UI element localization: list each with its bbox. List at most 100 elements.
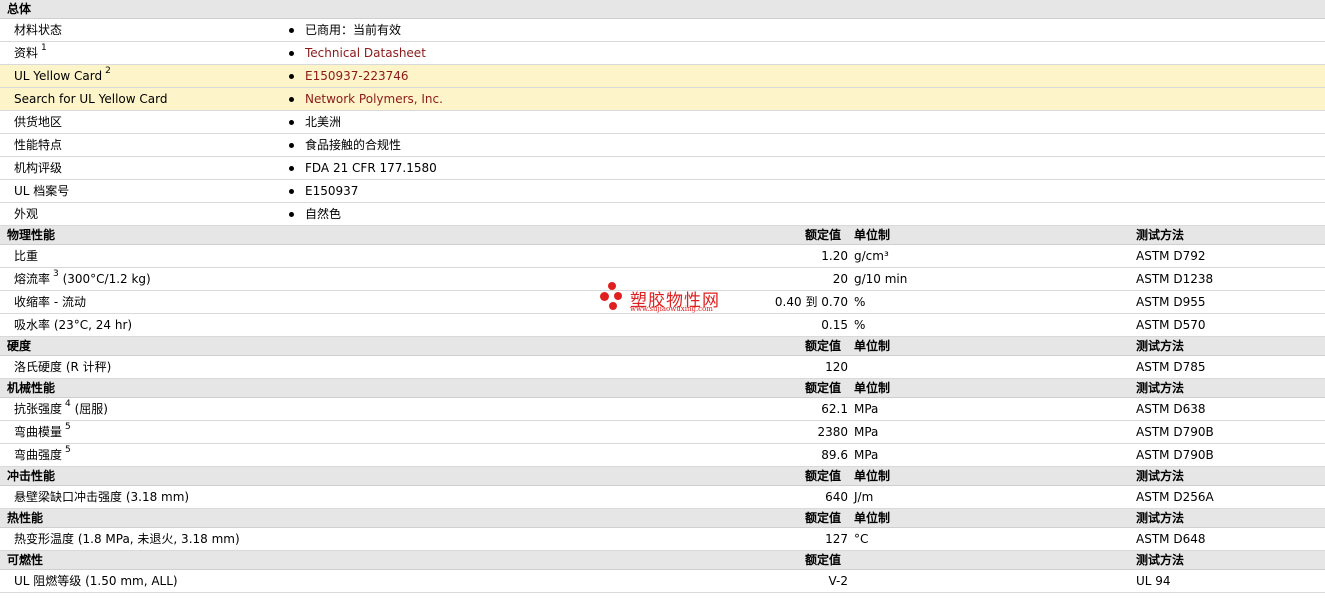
- nominal-value: 20: [832, 272, 848, 286]
- row-label: UL Yellow Card 2: [14, 65, 111, 88]
- datasheet: 总体 材料状态 已商用：当前有效资料 1 Technical Datasheet UL …: [0, 0, 1325, 593]
- column-header-method: 测试方法: [1136, 339, 1185, 353]
- bullet-icon: [289, 74, 294, 79]
- general-row: 资料 1 Technical Datasheet: [0, 42, 1325, 65]
- unit-value: J/m: [854, 490, 874, 504]
- row-value: 食品接触的合规性: [305, 134, 401, 157]
- property-label: 吸水率 (23°C, 24 hr): [14, 314, 132, 337]
- section-title: 热性能: [7, 511, 44, 525]
- test-method: ASTM D1238: [1136, 272, 1214, 286]
- property-label: 悬壁梁缺口冲击强度 (3.18 mm): [14, 486, 189, 509]
- test-method: ASTM D792: [1136, 249, 1206, 263]
- row-value-link[interactable]: Technical Datasheet: [305, 46, 426, 60]
- physical-row: 比重 1.20 g/cm³ ASTM D792: [0, 245, 1325, 268]
- row-value: Technical Datasheet: [305, 42, 426, 65]
- column-header-unit: 单位制: [854, 469, 891, 483]
- general-row: 材料状态 已商用：当前有效: [0, 19, 1325, 42]
- footnote-marker: 5: [65, 445, 71, 455]
- nominal-value: 640: [825, 490, 848, 504]
- row-value: E150937: [305, 180, 358, 203]
- column-header-method: 测试方法: [1136, 469, 1185, 483]
- section-header-mechanical: 机械性能 额定值 单位制 测试方法: [0, 379, 1325, 398]
- unit-value: MPa: [854, 448, 879, 462]
- mechanical-row: 弯曲强度 5 89.6 MPa ASTM D790B: [0, 444, 1325, 467]
- test-method: ASTM D638: [1136, 402, 1206, 416]
- property-name: 比重: [14, 249, 39, 263]
- row-label-text: Search for UL Yellow Card: [14, 92, 168, 106]
- footnote-marker: 5: [65, 422, 71, 432]
- property-name: 弯曲模量: [14, 425, 63, 439]
- unit-value: °C: [854, 532, 869, 546]
- row-value-text: 自然色: [305, 207, 342, 221]
- general-row: 性能特点 食品接触的合规性: [0, 134, 1325, 157]
- row-label-text: 材料状态: [14, 23, 63, 37]
- property-name: 吸水率 (23°C, 24 hr): [14, 318, 133, 332]
- test-method: ASTM D790B: [1136, 448, 1214, 462]
- section-header-flammability: 可燃性 额定值 测试方法: [0, 551, 1325, 570]
- impact-row: 悬壁梁缺口冲击强度 (3.18 mm) 640 J/m ASTM D256A: [0, 486, 1325, 509]
- row-value: 自然色: [305, 203, 341, 226]
- property-label: UL 阻燃等级 (1.50 mm, ALL): [14, 570, 178, 593]
- bullet-icon: [289, 97, 294, 102]
- section-header-general: 总体: [0, 0, 1325, 19]
- row-value-text: FDA 21 CFR 177.1580: [305, 161, 437, 175]
- column-header-unit: 单位制: [854, 228, 891, 242]
- property-name: 抗张强度: [14, 402, 63, 416]
- row-value-text: E150937: [305, 184, 359, 198]
- section-title: 机械性能: [7, 381, 56, 395]
- row-value-link[interactable]: Network Polymers, Inc.: [305, 92, 443, 106]
- unit-value: MPa: [854, 402, 879, 416]
- test-method: ASTM D570: [1136, 318, 1206, 332]
- row-label-text: 供货地区: [14, 115, 63, 129]
- row-label: 供货地区: [14, 111, 62, 134]
- column-header-unit: 单位制: [854, 339, 891, 353]
- row-label: 外观: [14, 203, 38, 226]
- footnote-marker: 3: [53, 269, 59, 279]
- row-value-link[interactable]: E150937-223746: [305, 69, 409, 83]
- row-label-text: 机构评级: [14, 161, 63, 175]
- footnote-marker: 2: [105, 66, 111, 76]
- column-header-method: 测试方法: [1136, 511, 1185, 525]
- row-value: Network Polymers, Inc.: [305, 88, 443, 111]
- property-condition: (屈服): [74, 402, 108, 416]
- row-label-text: 资料: [14, 46, 39, 60]
- column-header-nominal: 额定值: [805, 511, 842, 525]
- thermal-row: 热变形温度 (1.8 MPa, 未退火, 3.18 mm) 127 °C ASTM D…: [0, 528, 1325, 551]
- test-method: ASTM D256A: [1136, 490, 1214, 504]
- unit-value: %: [854, 318, 866, 332]
- column-header-nominal: 额定值: [805, 339, 842, 353]
- property-name: 洛氏硬度 (R 计秤): [14, 360, 112, 374]
- unit-value: g/cm³: [854, 249, 889, 263]
- footnote-marker: 1: [41, 43, 47, 53]
- unit-value: g/10 min: [854, 272, 908, 286]
- row-label: UL 档案号: [14, 180, 69, 203]
- general-row: 供货地区 北美洲: [0, 111, 1325, 134]
- row-label-text: UL Yellow Card: [14, 69, 103, 83]
- row-label-text: 外观: [14, 207, 39, 221]
- general-row: 外观 自然色: [0, 203, 1325, 226]
- section-header-physical: 物理性能 额定值 单位制 测试方法: [0, 226, 1325, 245]
- nominal-value: V-2: [828, 574, 848, 588]
- footnote-marker: 4: [65, 399, 71, 409]
- row-value: FDA 21 CFR 177.1580: [305, 157, 437, 180]
- column-header-nominal: 额定值: [805, 553, 842, 567]
- row-label: 机构评级: [14, 157, 62, 180]
- property-label: 热变形温度 (1.8 MPa, 未退火, 3.18 mm): [14, 528, 240, 551]
- section-title: 硬度: [7, 339, 32, 353]
- mechanical-row: 弯曲模量 5 2380 MPa ASTM D790B: [0, 421, 1325, 444]
- mechanical-row: 抗张强度 4 (屈服) 62.1 MPa ASTM D638: [0, 398, 1325, 421]
- general-row: UL 档案号 E150937: [0, 180, 1325, 203]
- hardness-row: 洛氏硬度 (R 计秤) 120 ASTM D785: [0, 356, 1325, 379]
- row-label-text: 性能特点: [14, 138, 63, 152]
- property-condition: (300°C/1.2 kg): [62, 272, 151, 286]
- row-label: 材料状态: [14, 19, 62, 42]
- property-label: 收缩率 - 流动: [14, 291, 86, 314]
- nominal-value: 0.40 到 0.70: [774, 295, 848, 309]
- row-label: Search for UL Yellow Card: [14, 88, 167, 111]
- column-header-unit: 单位制: [854, 511, 891, 525]
- property-name: UL 阻燃等级 (1.50 mm, ALL): [14, 574, 178, 588]
- property-label: 弯曲强度 5: [14, 444, 71, 467]
- column-header-nominal: 额定值: [805, 228, 842, 242]
- property-name: 热变形温度 (1.8 MPa, 未退火, 3.18 mm): [14, 532, 240, 546]
- nominal-value: 120: [825, 360, 848, 374]
